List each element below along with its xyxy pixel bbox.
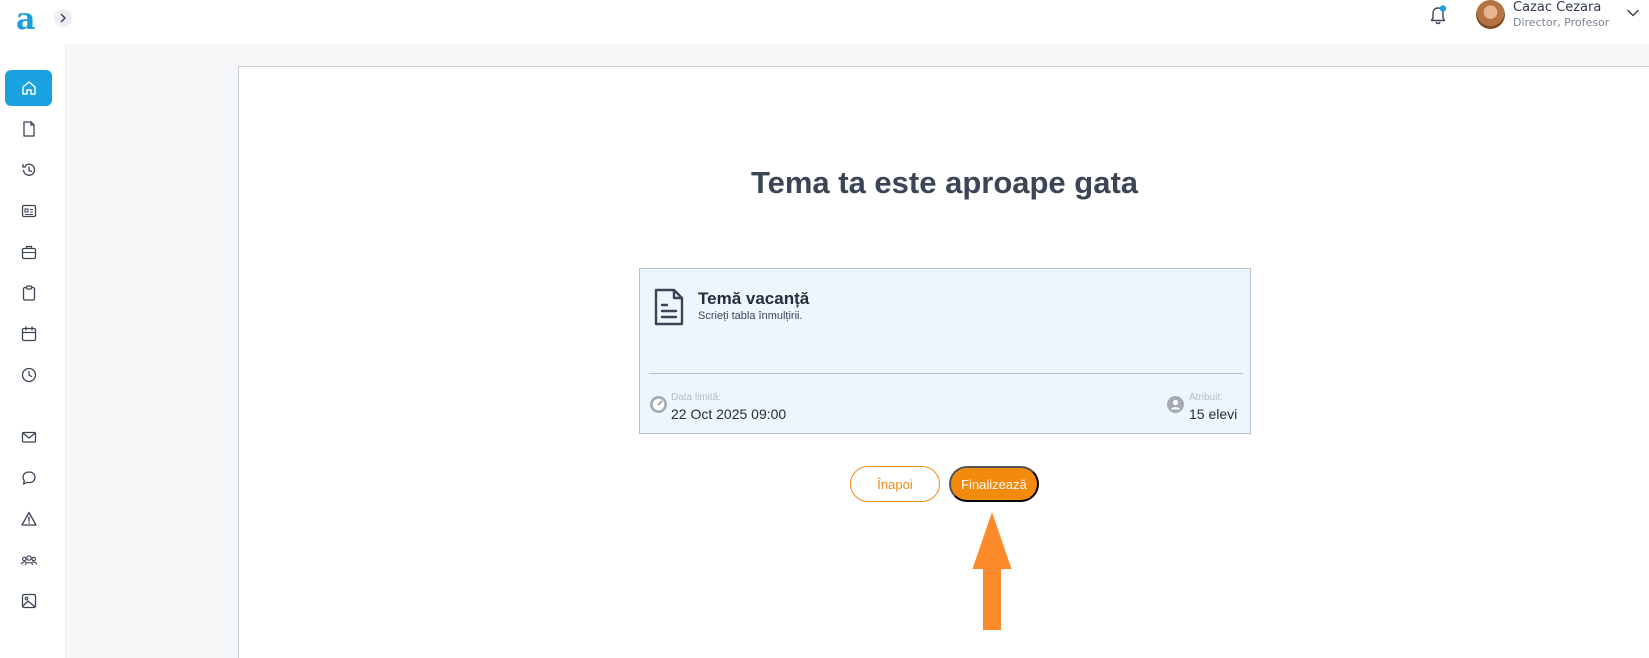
chevron-down-icon[interactable] <box>1626 6 1640 20</box>
sidebar-item-messages[interactable] <box>5 419 52 455</box>
clipboard-icon <box>22 285 35 301</box>
calendar-icon <box>21 326 36 342</box>
assigned-value: 15 elevi <box>1189 406 1238 422</box>
deadline-label: Data limită: <box>671 392 722 403</box>
mail-icon <box>21 431 36 443</box>
back-button[interactable]: Înapoi <box>850 466 940 502</box>
deadline-value: 22 Oct 2025 09:00 <box>671 406 787 422</box>
sidebar-item-home[interactable] <box>5 70 52 106</box>
homework-title: Temă vacanță <box>698 289 810 308</box>
top-bar: a Cazac Cezara Director, Profesor <box>0 0 1649 44</box>
sidebar-item-chat[interactable] <box>5 460 52 496</box>
main-panel: Tema ta este aproape gata Temă vacanță S… <box>238 66 1649 658</box>
sidebar-item-alerts[interactable] <box>5 501 52 537</box>
briefcase-icon <box>21 245 36 260</box>
document-icon <box>654 288 684 326</box>
warning-icon <box>20 511 37 526</box>
sidebar-item-calendar[interactable] <box>5 316 52 352</box>
bell-icon[interactable] <box>1428 4 1448 28</box>
sidebar-item-groups[interactable] <box>5 542 52 578</box>
chevron-right-icon <box>60 13 66 23</box>
sidebar-item-tasks[interactable] <box>5 275 52 311</box>
pointer-arrow-icon <box>970 508 1014 632</box>
deadline-icon <box>650 396 667 413</box>
user-role: Director, Profesor <box>1513 16 1610 29</box>
sidebar-item-portfolio[interactable] <box>5 234 52 270</box>
homework-description: Scrieți tabla înmulțirii. <box>698 310 803 322</box>
document-icon <box>22 121 35 137</box>
user-name: Cazac Cezara <box>1513 0 1602 15</box>
users-icon <box>1167 396 1184 413</box>
sidebar-item-history[interactable] <box>5 152 52 188</box>
clock-icon <box>21 367 36 383</box>
card-divider <box>649 373 1243 374</box>
home-icon <box>21 81 36 95</box>
notification-dot <box>1439 5 1447 12</box>
chat-icon <box>21 471 36 485</box>
expand-sidebar-button[interactable] <box>54 9 72 27</box>
history-icon <box>21 163 35 176</box>
sidebar-item-schedule[interactable] <box>5 357 52 393</box>
sidebar-item-documents[interactable] <box>5 111 52 147</box>
homework-card: Temă vacanță Scrieți tabla înmulțirii. D… <box>639 268 1251 434</box>
sidebar-item-catalog[interactable] <box>5 193 52 229</box>
app-logo[interactable]: a <box>16 4 35 36</box>
image-icon <box>21 593 36 609</box>
finish-button[interactable]: Finalizează <box>949 466 1039 502</box>
sidebar <box>0 44 66 658</box>
users-icon <box>20 555 37 566</box>
assigned-label: Atribuit: <box>1189 392 1223 403</box>
sidebar-item-gallery[interactable] <box>5 583 52 619</box>
catalog-icon <box>21 204 36 218</box>
avatar[interactable] <box>1476 0 1505 29</box>
page-title: Tema ta este aproape gata <box>750 165 1139 200</box>
